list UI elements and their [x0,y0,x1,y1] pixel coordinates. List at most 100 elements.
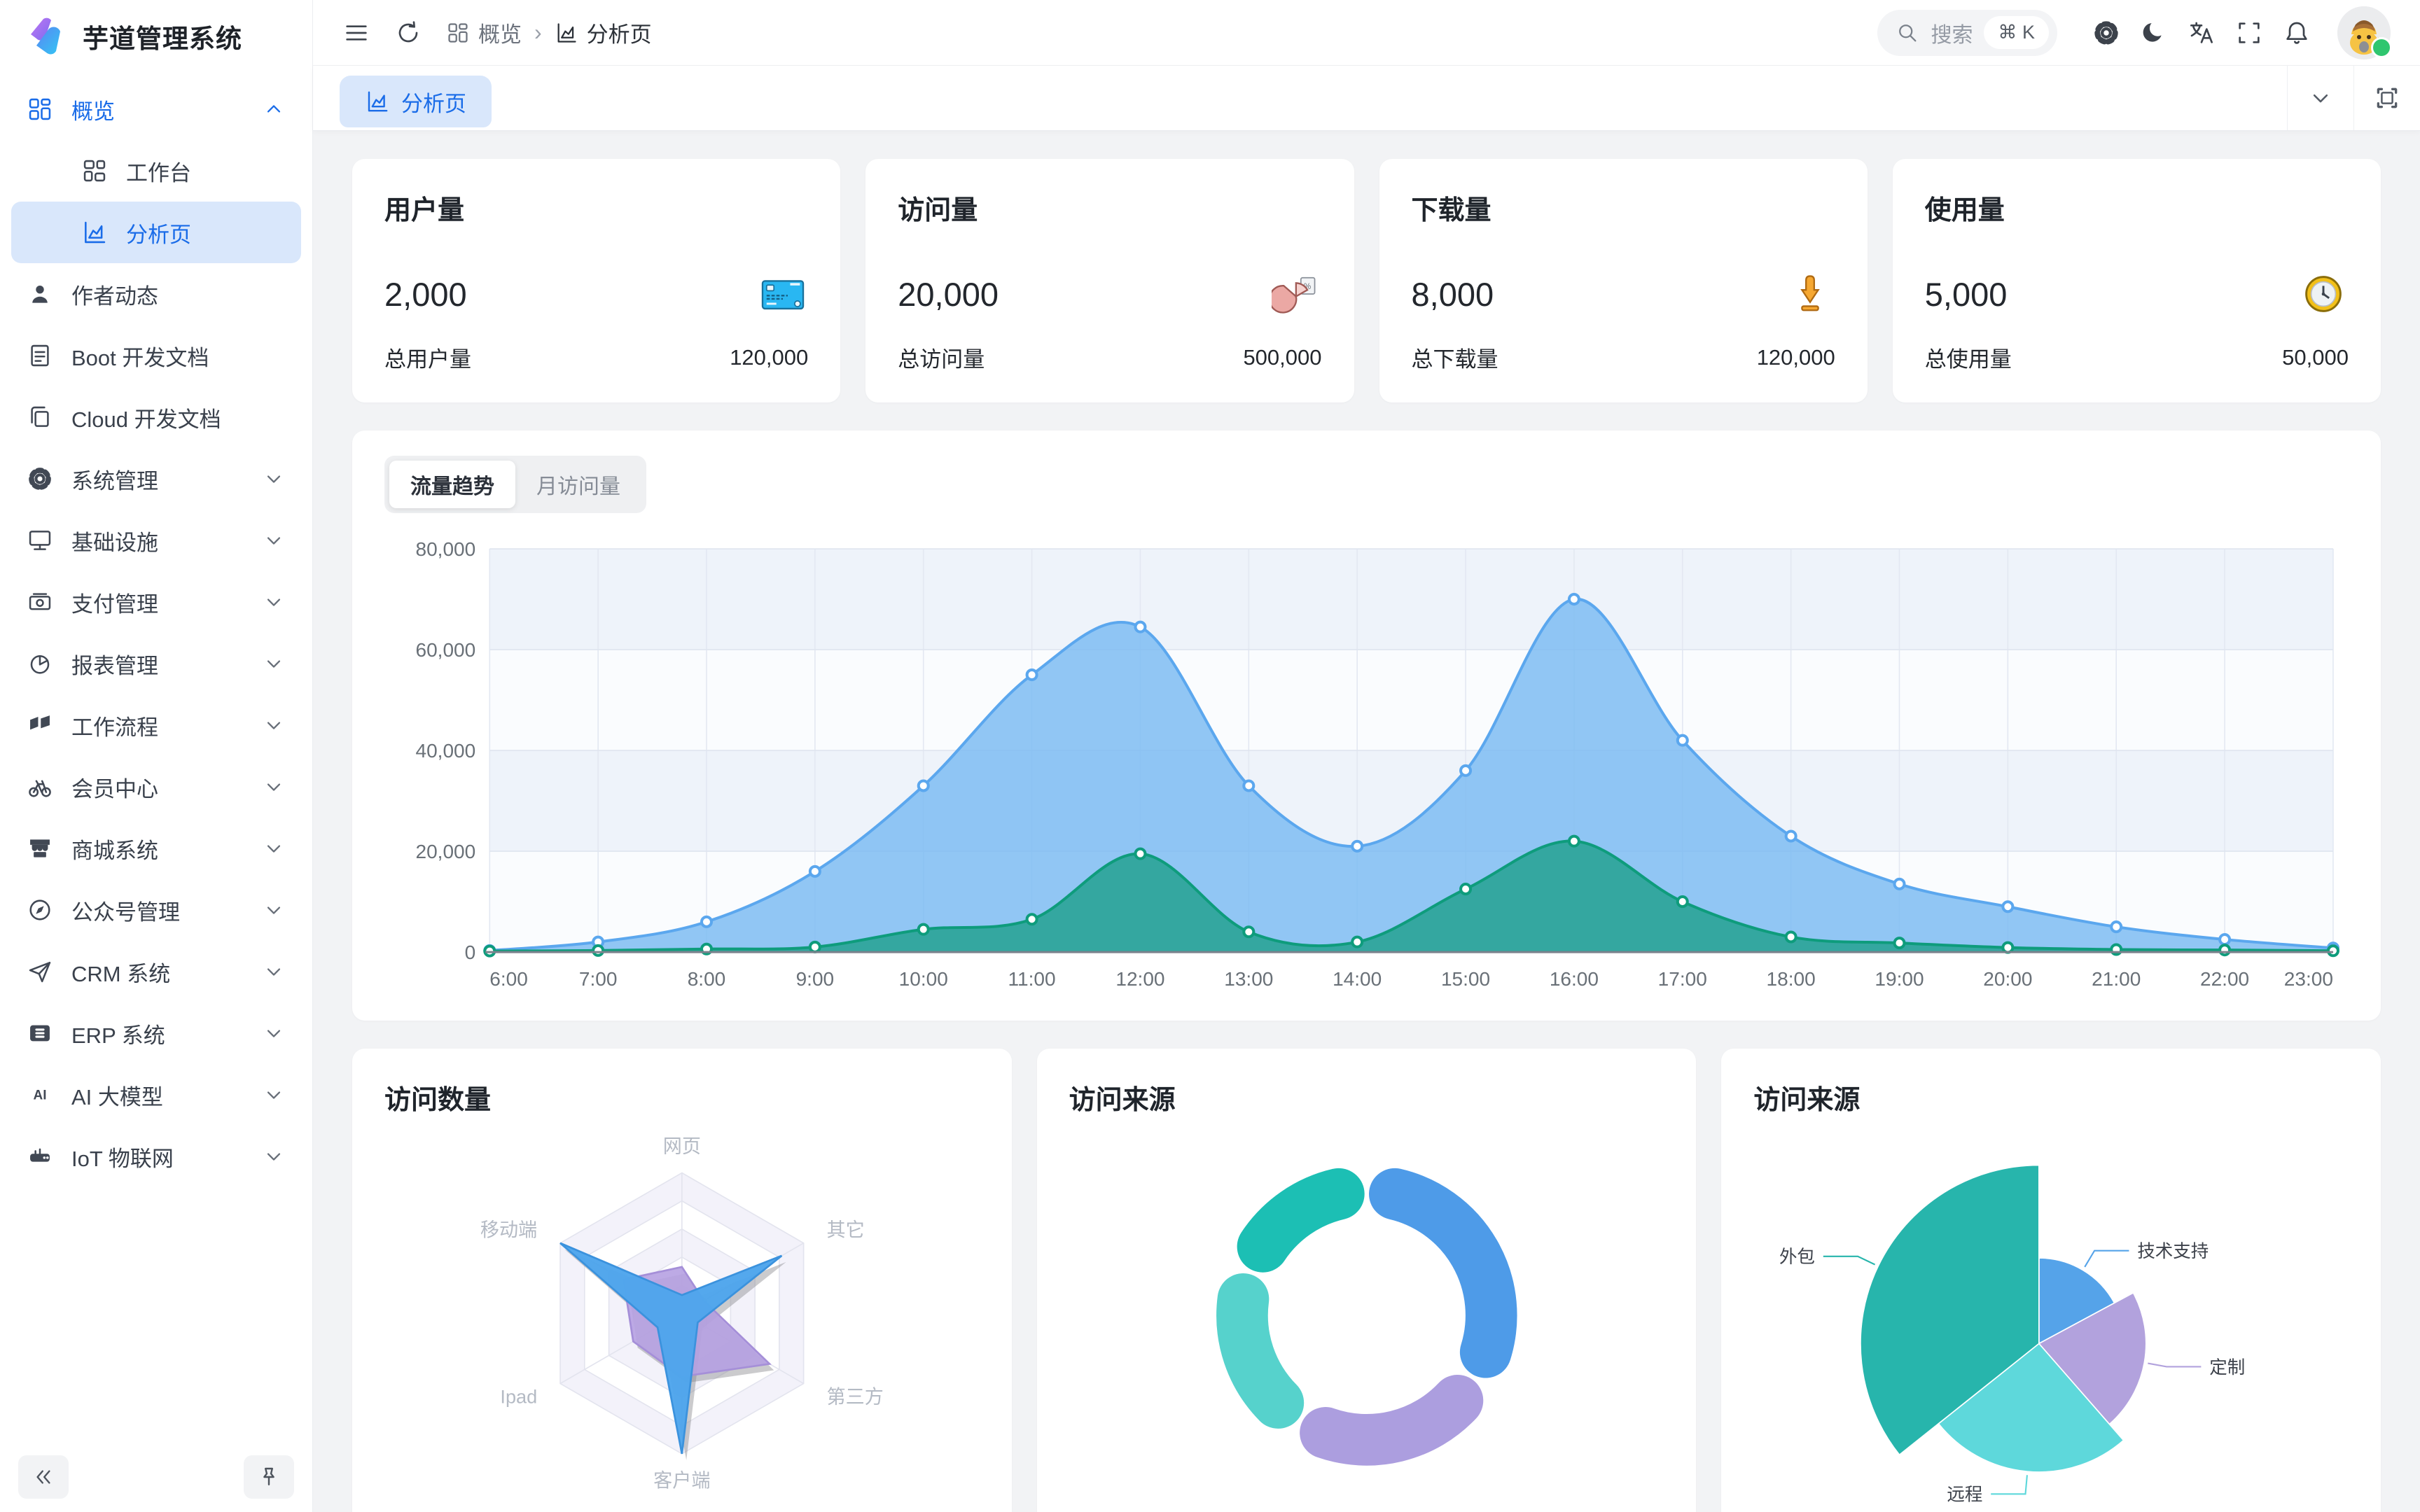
chart-icon [555,21,578,45]
chevron-down-icon [262,528,286,552]
sidebar-item-payment[interactable]: 支付管理 [11,571,301,633]
breadcrumb-item[interactable]: 概览 [446,17,522,48]
sidebar-item-iot[interactable]: IoT 物联网 [11,1126,301,1187]
svg-text:9:00: 9:00 [796,968,835,990]
tab-analysis[interactable]: 分析页 [340,76,492,127]
hamburger-menu-button[interactable] [342,19,370,47]
trend-tab-0[interactable]: 流量趋势 [389,461,515,508]
avatar[interactable] [2337,6,2391,59]
trend-tab-1[interactable]: 月访问量 [515,461,641,508]
visit-source-donut-chart[interactable] [1069,1124,1664,1512]
sidebar-item-label: 支付管理 [71,587,158,618]
search-placeholder: 搜索 [1931,18,1973,48]
svg-text:定制: 定制 [2210,1358,2246,1378]
moon-button[interactable] [2130,9,2178,57]
sidebar-item-label: 系统管理 [71,463,158,495]
breadcrumb: 概览 › 分析页 [446,17,652,48]
sidebar-collapse-button[interactable] [18,1455,69,1499]
refresh-button[interactable] [394,19,422,47]
svg-text:8:00: 8:00 [688,968,726,990]
tab-label: 分析页 [401,86,466,118]
bike-icon [27,774,53,800]
svg-text:网页: 网页 [663,1135,701,1157]
fullscreen-button[interactable] [2225,9,2273,57]
visit-source-rose-chart[interactable]: 技术支持定制远程外包 [1753,1124,2349,1512]
svg-text:Ipad: Ipad [500,1386,537,1408]
card-blue-icon [758,269,808,319]
breadcrumb-label: 分析页 [587,17,652,48]
gear-button[interactable] [2082,9,2130,57]
stat-card-total-value: 120,000 [730,345,808,370]
sidebar-item-mp-account[interactable]: 公众号管理 [11,879,301,941]
sidebar-item-report[interactable]: 报表管理 [11,633,301,694]
bell-button[interactable] [2273,9,2321,57]
stat-card-total-value: 500,000 [1243,345,1321,370]
breadcrumb-separator: › [534,20,542,46]
svg-text:18:00: 18:00 [1767,968,1816,990]
sidebar-item-member[interactable]: 会员中心 [11,756,301,818]
svg-text:第三方: 第三方 [826,1386,883,1408]
sidebar-item-label: Cloud 开发文档 [71,402,221,433]
translate-button[interactable] [2178,9,2225,57]
refresh-icon [394,19,422,47]
svg-text:技术支持: 技术支持 [2138,1242,2209,1261]
stat-card-total-label: 总用户量 [384,342,471,373]
stat-card-下载量: 下载量8,000总下载量120,000 [1379,159,1868,402]
svg-text:远程: 远程 [1947,1485,1983,1505]
sidebar-item-ai-model[interactable]: AIAI 大模型 [11,1064,301,1126]
pie-pink-icon: % [1272,269,1322,319]
sidebar-pin-button[interactable] [244,1455,294,1499]
sidebar-item-workflow[interactable]: 工作流程 [11,694,301,756]
sidebar-item-system[interactable]: 系统管理 [11,448,301,510]
bell-icon [2283,19,2311,47]
sidebar-item-label: 报表管理 [71,648,158,680]
sidebar-item-erp[interactable]: ERP 系统 [11,1002,301,1064]
svg-text:15:00: 15:00 [1441,968,1490,990]
traffic-trend-area-chart[interactable]: 020,00040,00060,00080,0006:007:008:009:0… [384,531,2349,1000]
svg-text:20:00: 20:00 [1983,968,2032,990]
hamburger-icon [342,19,370,47]
sidebar-item-overview[interactable]: 概览 [11,78,301,140]
visit-count-radar-chart[interactable]: 网页其它第三方客户端Ipad移动端 [384,1124,980,1512]
svg-text:40,000: 40,000 [415,740,475,762]
stat-card-访问量: 访问量20,000%总访问量500,000 [865,159,1354,402]
sidebar-item-mall[interactable]: 商城系统 [11,818,301,879]
sidebar-menu: 概览工作台分析页作者动态 Boot 开发文档 Cloud 开发文档系统管理基础设施支… [0,73,312,1442]
sidebar-item-crm[interactable]: CRM 系统 [11,941,301,1002]
moon-icon [2140,19,2168,47]
sidebar-item-label: Boot 开发文档 [71,340,209,372]
svg-text:13:00: 13:00 [1224,968,1273,990]
stat-card-total-label: 总下载量 [1412,342,1498,373]
gear-icon [2092,19,2120,47]
breadcrumb-item[interactable]: 分析页 [555,17,652,48]
svg-text:11:00: 11:00 [1008,968,1056,990]
sidebar-item-workbench[interactable]: 工作台 [11,140,301,202]
sidebar-item-infra[interactable]: 基础设施 [11,510,301,571]
svg-text:0: 0 [465,941,476,963]
svg-text:10:00: 10:00 [899,968,948,990]
chevron-down-icon [262,836,286,860]
chart-icon [81,219,108,246]
sidebar-item-label: 会员中心 [71,771,158,803]
sidebar-item-analysis[interactable]: 分析页 [11,202,301,263]
topbar-actions: 搜索 ⌘ K [1877,6,2391,59]
expand-button[interactable] [2353,66,2420,130]
chevron-down-button[interactable] [2287,66,2353,130]
sidebar-item-boot-docs[interactable]: Boot 开发文档 [11,325,301,386]
bottom-panel-row: 访问数量 网页其它第三方客户端Ipad移动端 访问趋势 访问来源 搜索引擎直接访… [352,1049,2381,1512]
clock-yellow-icon [2298,269,2349,319]
store-icon [27,835,53,862]
tab-strip-controls [2287,66,2420,130]
svg-text:23:00: 23:00 [2284,968,2333,990]
search-input[interactable]: 搜索 ⌘ K [1877,10,2057,56]
iot-icon [27,1143,53,1170]
sidebar-item-label: CRM 系统 [71,956,170,988]
sidebar-item-author-news[interactable]: 作者动态 [11,263,301,325]
sidebar-item-cloud-docs[interactable]: Cloud 开发文档 [11,386,301,448]
svg-text:AI: AI [34,1088,47,1102]
svg-text:17:00: 17:00 [1658,968,1707,990]
svg-text:20,000: 20,000 [415,841,475,862]
logo-row[interactable]: 芋道管理系统 [0,0,312,73]
compass-icon [27,897,53,923]
sidebar-footer [0,1442,312,1512]
